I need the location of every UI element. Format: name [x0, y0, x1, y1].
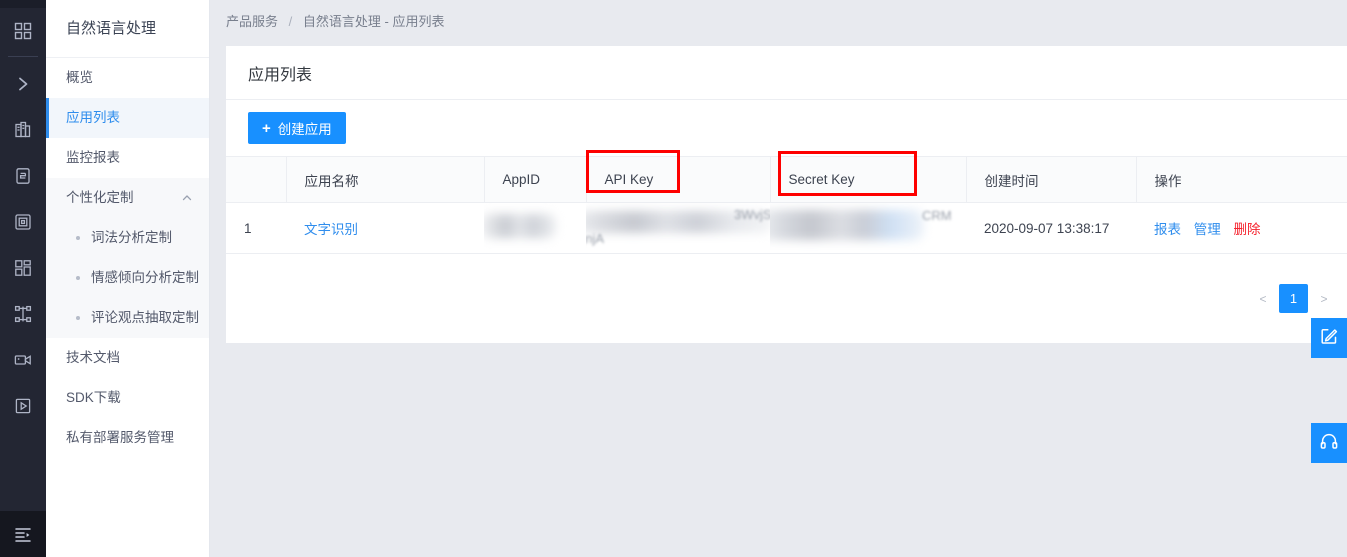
sidebar-subitem-label: 评论观点抽取定制	[91, 310, 199, 325]
card-header: 应用列表	[226, 46, 1347, 100]
cell-app-name: 文字识别	[286, 202, 484, 254]
apps-grid-icon[interactable]	[0, 8, 46, 54]
sidebar-group-label: 个性化定制	[66, 190, 134, 205]
pagination-page-1[interactable]: 1	[1279, 284, 1308, 313]
pagination-next-button[interactable]: >	[1317, 286, 1331, 312]
column-header-app-name: 应用名称	[286, 156, 485, 203]
cell-actions: 报表 管理 删除	[1136, 202, 1347, 254]
action-report-link[interactable]: 报表	[1154, 222, 1181, 237]
sidebar-item-label: SDK下载	[66, 390, 121, 405]
app-list-card: 应用列表 + 创建应用 应用名称 AppID API Key Secret Ke…	[226, 46, 1347, 343]
api-key-fragment-2: qnjA	[586, 231, 605, 246]
sidebar-item-app-list[interactable]: 应用列表	[46, 98, 209, 138]
sidebar-subitem-label: 情感倾向分析定制	[91, 270, 199, 285]
action-manage-link[interactable]: 管理	[1194, 222, 1221, 237]
sidebar-item-label: 技术文档	[66, 350, 120, 365]
sidebar-subitem-label: 词法分析定制	[91, 230, 172, 245]
breadcrumb-current: 自然语言处理 - 应用列表	[302, 14, 445, 29]
chevron-right-icon[interactable]	[0, 61, 46, 107]
column-header-secret-key: Secret Key	[770, 156, 967, 203]
sidebar-subitem-lexical-analysis[interactable]: 词法分析定制	[46, 218, 209, 258]
sidebar-item-label: 私有部署服务管理	[66, 430, 174, 445]
sidebar-item-monitor-report[interactable]: 监控报表	[46, 138, 209, 178]
sidebar-item-tech-docs[interactable]: 技术文档	[46, 338, 209, 378]
action-delete-link[interactable]: 删除	[1234, 222, 1261, 237]
create-app-label: 创建应用	[277, 122, 332, 137]
redacted-appid	[484, 214, 556, 238]
table-header: 应用名称 AppID API Key Secret Key 创建时间 操作	[226, 156, 1347, 203]
pagination-prev-button[interactable]: <	[1256, 286, 1270, 312]
product-title: 自然语言处理	[46, 0, 209, 58]
app-name-link[interactable]: 文字识别	[304, 222, 358, 237]
sidebar-item-label: 应用列表	[66, 110, 120, 125]
customer-support-button[interactable]	[1311, 423, 1347, 463]
column-header-actions: 操作	[1136, 156, 1347, 203]
cell-secret-key: CRM	[770, 202, 966, 254]
pagination: < 1 >	[1256, 284, 1331, 313]
dashboard-icon[interactable]	[0, 245, 46, 291]
bullet-icon	[76, 276, 80, 280]
bullet-icon	[76, 236, 80, 240]
sidebar-item-sdk-download[interactable]: SDK下载	[46, 378, 209, 418]
bullet-icon	[76, 316, 80, 320]
page-title: 应用列表	[248, 66, 313, 84]
product-sidebar: 自然语言处理 概览 应用列表 监控报表 个性化定制 词法分析定制 情感倾向分析定…	[46, 0, 210, 557]
plus-icon: +	[262, 119, 271, 137]
column-header-appid: AppID	[484, 156, 587, 203]
chevron-up-icon[interactable]	[181, 192, 193, 204]
pencil-square-icon	[1319, 326, 1339, 351]
app-list-table: 应用名称 AppID API Key Secret Key 创建时间 操作 1 …	[226, 156, 1347, 254]
column-header-index	[226, 156, 287, 203]
sidebar-menu: 概览 应用列表 监控报表 个性化定制 词法分析定制 情感倾向分析定制 评论观点抽…	[46, 58, 209, 458]
application-root: 自然语言处理 概览 应用列表 监控报表 个性化定制 词法分析定制 情感倾向分析定…	[0, 0, 1347, 557]
sidebar-item-private-deployment[interactable]: 私有部署服务管理	[46, 418, 209, 458]
column-header-created-at: 创建时间	[966, 156, 1137, 203]
target-frame-icon[interactable]	[0, 199, 46, 245]
sidebar-group-header[interactable]: 个性化定制	[46, 178, 209, 218]
secret-key-fragment: CRM	[922, 208, 952, 223]
building-icon[interactable]	[0, 107, 46, 153]
sidebar-subitem-sentiment-analysis[interactable]: 情感倾向分析定制	[46, 258, 209, 298]
rail-divider	[8, 56, 38, 57]
feedback-edit-button[interactable]	[1311, 318, 1347, 358]
collapse-panel-icon[interactable]	[0, 511, 46, 557]
headphones-icon	[1319, 431, 1339, 456]
global-icon-rail	[0, 0, 46, 557]
cell-appid	[484, 202, 586, 254]
card-toolbar: + 创建应用	[226, 100, 1347, 156]
document-icon[interactable]	[0, 153, 46, 199]
cell-created-at: 2020-09-07 13:38:17	[966, 202, 1136, 254]
node-network-icon[interactable]	[0, 291, 46, 337]
api-key-fragment: 3WvjSQ	[734, 207, 770, 222]
sidebar-item-label: 概览	[66, 70, 93, 85]
sidebar-item-overview[interactable]: 概览	[46, 58, 209, 98]
sidebar-subitem-comment-opinion[interactable]: 评论观点抽取定制	[46, 298, 209, 338]
sidebar-group-customization: 个性化定制 词法分析定制 情感倾向分析定制 评论观点抽取定制	[46, 178, 209, 338]
create-app-button[interactable]: + 创建应用	[248, 112, 346, 144]
breadcrumb: 产品服务 / 自然语言处理 - 应用列表	[210, 0, 1347, 44]
video-camera-icon[interactable]	[0, 337, 46, 383]
cell-api-key: 3WvjSQ qnjA	[586, 202, 770, 254]
main-content: 产品服务 / 自然语言处理 - 应用列表 应用列表 + 创建应用 应用名称 Ap…	[210, 0, 1347, 557]
table-row: 1 文字识别 3WvjSQ qnjA	[226, 202, 1347, 254]
column-header-api-key: API Key	[586, 156, 771, 203]
cell-index: 1	[226, 202, 286, 254]
breadcrumb-root[interactable]: 产品服务	[226, 14, 278, 29]
redacted-secret-key	[770, 210, 924, 240]
table-body: 1 文字识别 3WvjSQ qnjA	[226, 202, 1347, 254]
media-play-icon[interactable]	[0, 383, 46, 429]
table-header-row: 应用名称 AppID API Key Secret Key 创建时间 操作	[226, 156, 1347, 203]
sidebar-item-label: 监控报表	[66, 150, 120, 165]
rail-top-strip	[0, 0, 46, 8]
breadcrumb-separator: /	[288, 14, 293, 29]
